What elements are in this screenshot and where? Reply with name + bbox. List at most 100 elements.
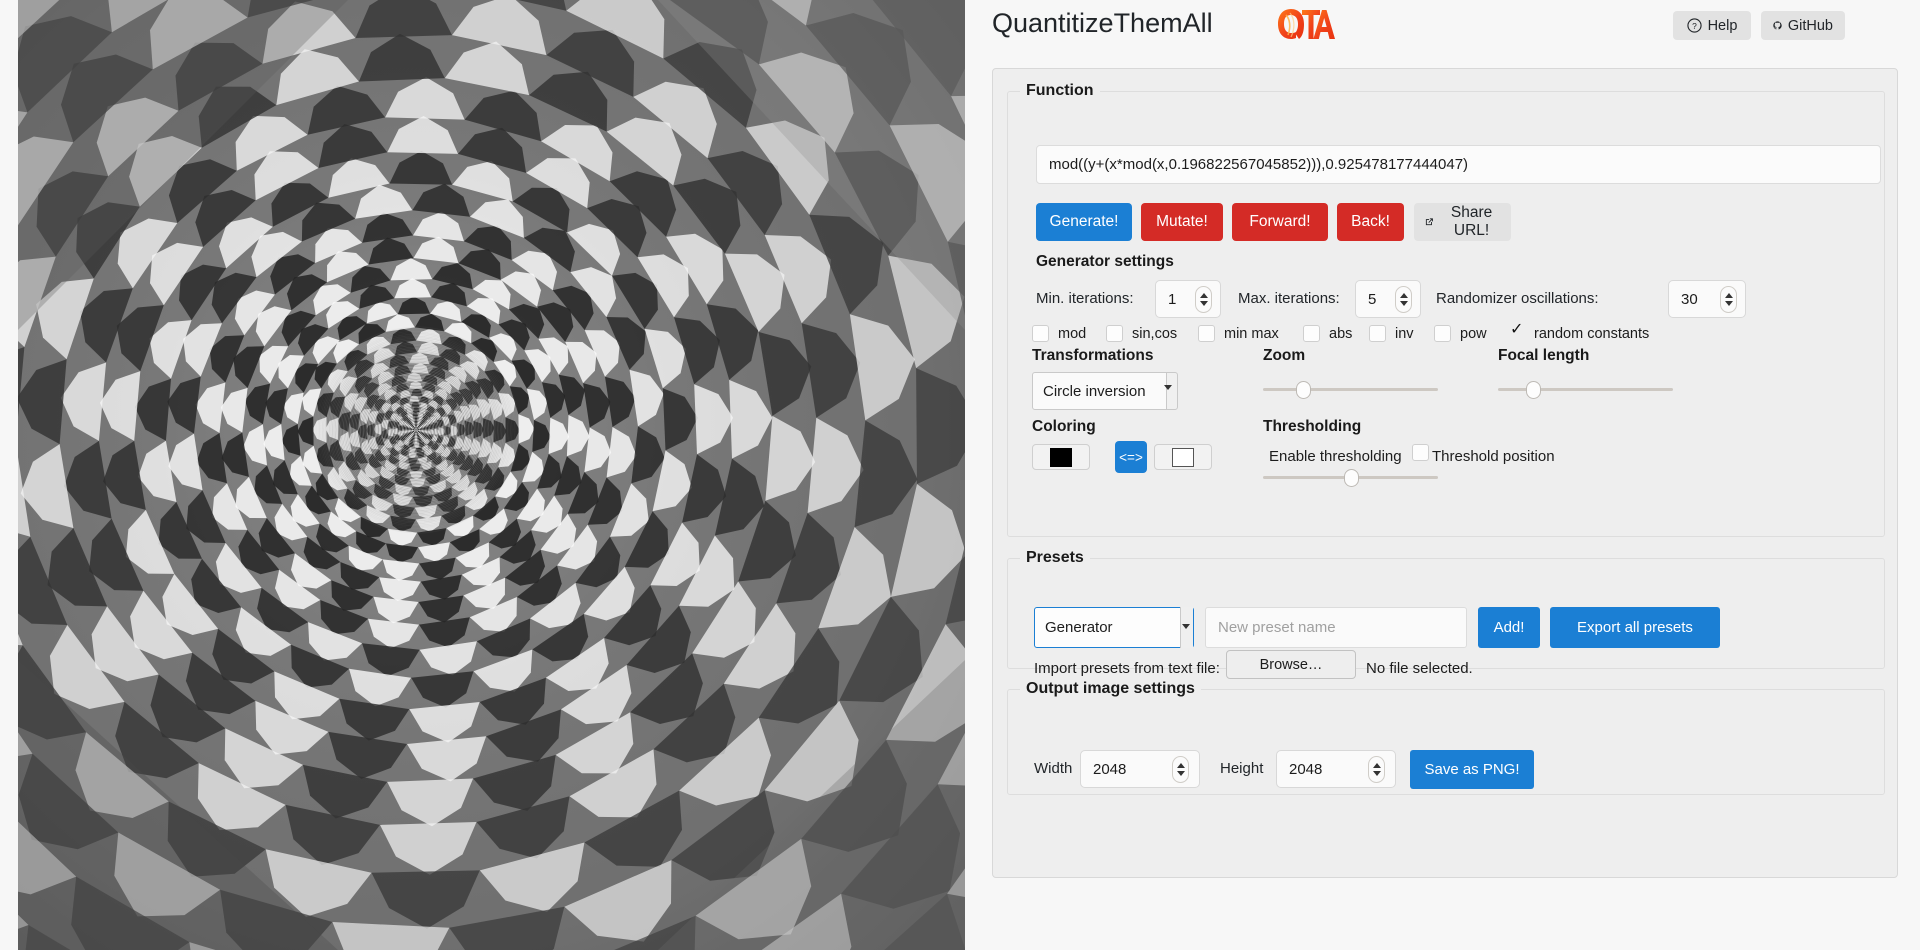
- min-iterations-value: 1: [1168, 290, 1177, 308]
- github-icon: [1773, 21, 1782, 30]
- threshold-position-slider[interactable]: [1263, 469, 1438, 487]
- stepper-up-icon[interactable]: [1372, 763, 1381, 768]
- zoom-slider[interactable]: [1263, 381, 1438, 399]
- generator-settings-title: Generator settings: [1036, 253, 1174, 270]
- feature-abs[interactable]: abs: [1303, 325, 1352, 342]
- feature-checkbox[interactable]: [1369, 325, 1386, 342]
- output-width-label: Width: [1034, 760, 1073, 777]
- feature-label: abs: [1329, 325, 1353, 342]
- foreground-color-button[interactable]: [1032, 444, 1090, 470]
- max-iterations-value: 5: [1368, 290, 1377, 308]
- threshold-position-label: Threshold position: [1432, 448, 1555, 465]
- help-button[interactable]: ? Help: [1673, 11, 1751, 40]
- feature-checkbox[interactable]: [1434, 325, 1451, 342]
- question-circle-icon: ?: [1686, 18, 1702, 33]
- generate-button[interactable]: Generate!: [1036, 203, 1132, 241]
- fractal-canvas-container[interactable]: [18, 0, 965, 950]
- feature-checkbox[interactable]: [1508, 321, 1525, 342]
- export-presets-button[interactable]: Export all presets: [1550, 607, 1720, 648]
- stepper-down-icon[interactable]: [1199, 301, 1208, 306]
- add-preset-button[interactable]: Add!: [1478, 607, 1540, 648]
- feature-min-max[interactable]: min max: [1198, 325, 1279, 342]
- background-color-swatch: [1172, 447, 1194, 467]
- enable-thresholding-label: Enable thresholding: [1269, 448, 1402, 465]
- randomizer-stepper-arrows[interactable]: [1720, 286, 1737, 313]
- qta-logo-icon: [1278, 9, 1335, 39]
- feature-inv[interactable]: inv: [1369, 325, 1414, 342]
- stepper-up-icon[interactable]: [1199, 293, 1208, 298]
- focal-length-slider-track: [1498, 388, 1673, 391]
- feature-checkbox[interactable]: [1106, 325, 1123, 342]
- transformations-select[interactable]: Circle inversion: [1032, 372, 1177, 410]
- forward-button[interactable]: Forward!: [1232, 203, 1328, 241]
- focal-length-slider-knob[interactable]: [1526, 381, 1541, 399]
- max-iterations-label: Max. iterations:: [1238, 290, 1340, 307]
- zoom-title: Zoom: [1263, 347, 1306, 364]
- stepper-up-icon[interactable]: [1176, 763, 1185, 768]
- feature-checkbox[interactable]: [1032, 325, 1049, 342]
- max-iterations-stepper-arrows[interactable]: [1395, 286, 1412, 313]
- width-stepper-arrows[interactable]: [1172, 756, 1189, 783]
- height-stepper-arrows[interactable]: [1368, 756, 1385, 783]
- feature-checkbox-row: mod sin,cos min max abs inv pow random constan…: [1032, 321, 1882, 351]
- external-link-icon: [1425, 218, 1433, 226]
- coloring-title: Coloring: [1032, 418, 1096, 435]
- svg-text:?: ?: [1692, 21, 1697, 31]
- min-iterations-stepper-arrows[interactable]: [1195, 286, 1212, 313]
- app-root: QuantitizeThemAll ? Help GitHub Function…: [0, 0, 1920, 950]
- browse-file-button[interactable]: Browse…: [1226, 650, 1356, 679]
- feature-checkbox[interactable]: [1303, 325, 1320, 342]
- help-button-label: Help: [1707, 17, 1738, 34]
- stepper-down-icon[interactable]: [1399, 301, 1408, 306]
- zoom-slider-knob[interactable]: [1296, 381, 1312, 399]
- feature-label: pow: [1460, 325, 1487, 342]
- min-iterations-stepper[interactable]: 1: [1155, 280, 1221, 318]
- preset-select[interactable]: Generator: [1034, 607, 1194, 648]
- enable-thresholding-checkbox[interactable]: [1412, 444, 1429, 461]
- feature-label: mod: [1058, 325, 1087, 342]
- stepper-up-icon[interactable]: [1399, 293, 1408, 298]
- feature-mod[interactable]: mod: [1032, 325, 1086, 342]
- threshold-slider-knob[interactable]: [1343, 469, 1359, 487]
- feature-checkbox[interactable]: [1198, 325, 1215, 342]
- page-title: QuantitizeThemAll: [992, 8, 1213, 38]
- output-width-stepper[interactable]: 2048: [1080, 750, 1200, 788]
- output-height-stepper[interactable]: 2048: [1276, 750, 1396, 788]
- share-url-button[interactable]: Share URL!: [1414, 203, 1511, 241]
- mutate-button[interactable]: Mutate!: [1141, 203, 1223, 241]
- thresholding-title: Thresholding: [1263, 418, 1362, 435]
- save-as-png-button[interactable]: Save as PNG!: [1410, 750, 1534, 789]
- randomizer-oscillations-label: Randomizer oscillations:: [1436, 290, 1599, 307]
- output-legend: Output image settings: [1026, 680, 1195, 697]
- function-input[interactable]: [1036, 145, 1881, 184]
- new-preset-name-input[interactable]: [1205, 607, 1467, 648]
- feature-label: inv: [1395, 325, 1414, 342]
- stepper-down-icon[interactable]: [1176, 771, 1185, 776]
- zoom-slider-track: [1263, 388, 1438, 391]
- share-url-label: Share URL!: [1450, 204, 1493, 239]
- presets-fieldset: Presets Generator Add! Export all preset…: [1007, 549, 1885, 679]
- stepper-down-icon[interactable]: [1724, 301, 1733, 306]
- back-button[interactable]: Back!: [1337, 203, 1404, 241]
- fractal-image[interactable]: [18, 0, 965, 950]
- min-iterations-label: Min. iterations:: [1036, 290, 1134, 307]
- randomizer-oscillations-value: 30: [1681, 290, 1698, 308]
- function-fieldset: Function Generate! Mutate! Forward! Back…: [1007, 82, 1885, 537]
- stepper-up-icon[interactable]: [1724, 293, 1733, 298]
- output-settings-fieldset: Output image settings Width 2048 Height …: [1007, 680, 1885, 795]
- swap-colors-button[interactable]: <=>: [1115, 441, 1147, 473]
- output-height-value: 2048: [1289, 760, 1323, 778]
- background-color-button[interactable]: [1154, 444, 1212, 470]
- focal-length-slider[interactable]: [1498, 381, 1673, 399]
- feature-random-constants[interactable]: random constants: [1508, 321, 1649, 342]
- feature-sin-cos[interactable]: sin,cos: [1106, 325, 1177, 342]
- stepper-down-icon[interactable]: [1372, 771, 1381, 776]
- randomizer-oscillations-stepper[interactable]: 30: [1668, 280, 1746, 318]
- controls-panel: QuantitizeThemAll ? Help GitHub Function…: [972, 0, 1920, 950]
- settings-card: Function Generate! Mutate! Forward! Back…: [992, 68, 1898, 878]
- selected-file-label: No file selected.: [1366, 660, 1473, 677]
- feature-pow[interactable]: pow: [1434, 325, 1487, 342]
- max-iterations-stepper[interactable]: 5: [1355, 280, 1421, 318]
- github-button[interactable]: GitHub: [1761, 11, 1845, 40]
- foreground-color-swatch: [1050, 447, 1072, 467]
